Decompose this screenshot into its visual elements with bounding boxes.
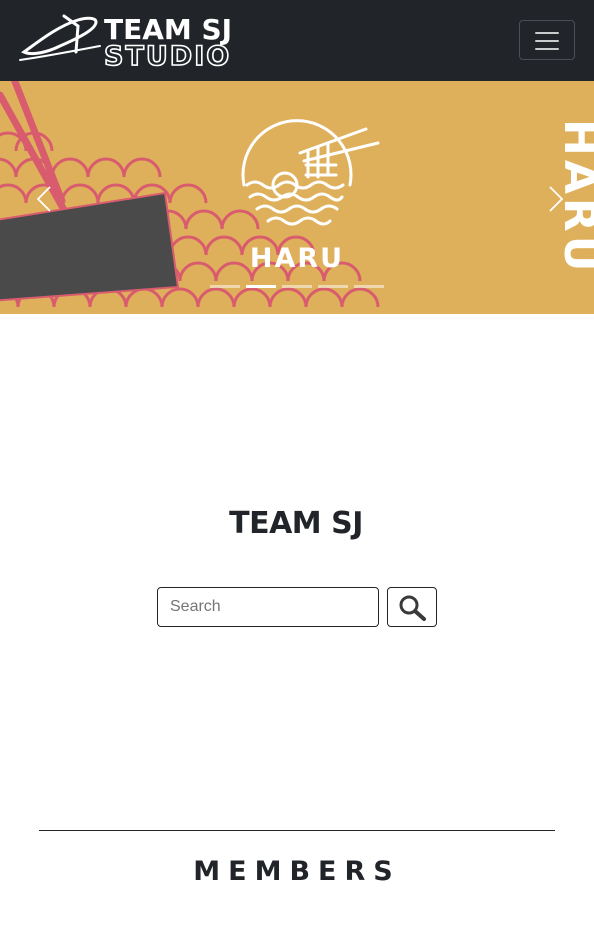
brand-line2: STUDIO [104,41,231,68]
magnifier-icon [399,595,426,621]
chevron-right-icon [549,186,564,212]
chevron-left-icon [36,186,51,212]
carousel-indicator[interactable] [246,285,276,288]
brand-mark-icon [19,14,101,61]
brand-logo: TEAM SJ STUDIO [19,13,232,68]
hamburger-icon-bar [535,48,559,50]
carousel-indicator[interactable] [210,285,240,288]
carousel-indicator[interactable] [282,285,312,288]
team-sj-logo-text: TEAM SJ [229,506,363,540]
section-divider [39,830,555,831]
hamburger-icon [535,32,559,34]
hamburger-icon-bar [535,40,559,42]
carousel-next-button[interactable] [504,81,594,314]
search-input[interactable] [157,587,379,627]
members-heading: MEMBERS [193,856,401,887]
search-button[interactable] [387,587,437,627]
team-sj-logo: TEAM SJ [229,506,363,540]
slide-caption: HARU [250,243,344,274]
brand-logo-link[interactable]: TEAM SJ STUDIO [18,12,282,68]
carousel-indicator[interactable] [354,285,384,288]
carousel-indicator[interactable] [318,285,348,288]
navbar: TEAM SJ STUDIO [0,0,594,81]
menu-toggle-button[interactable] [519,20,575,60]
carousel-prev-button[interactable] [0,81,90,314]
hero-carousel: HARU HARU [0,81,594,314]
